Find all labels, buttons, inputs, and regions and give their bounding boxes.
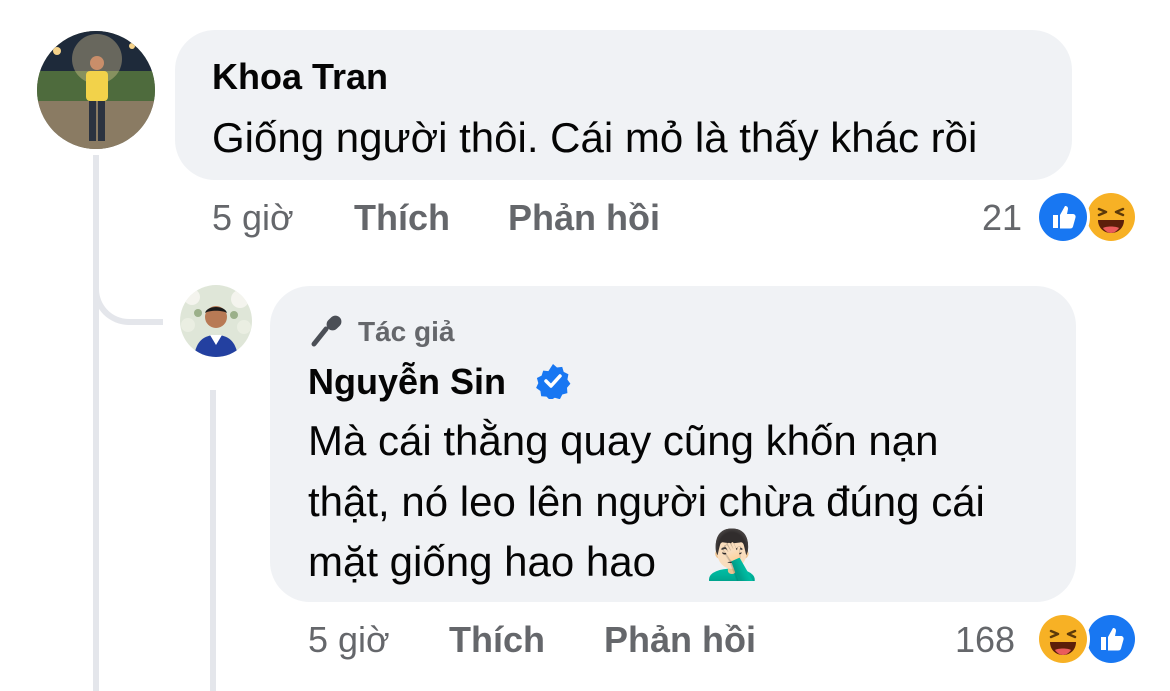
comment-author-name[interactable]: Khoa Tran bbox=[212, 59, 388, 95]
avatar-khoa-tran-photo bbox=[37, 31, 155, 149]
reaction-count[interactable]: 168 bbox=[955, 622, 1015, 658]
avatar[interactable] bbox=[180, 285, 252, 357]
haha-reaction-icon[interactable] bbox=[1036, 612, 1090, 666]
comment-author-name[interactable]: Nguyễn Sin bbox=[308, 364, 506, 400]
thread-line-reply bbox=[210, 390, 216, 691]
comment-text-line-1: Mà cái thằng quay cũng khốn nạn bbox=[308, 417, 939, 464]
like-button[interactable]: Thích bbox=[354, 200, 450, 236]
comment-text-line-3: mặt giống hao hao bbox=[308, 538, 656, 585]
verified-badge-icon bbox=[535, 363, 571, 401]
thread-line-branch bbox=[93, 255, 163, 325]
comment-timestamp[interactable]: 5 giờ bbox=[212, 200, 294, 236]
haha-reaction-icon[interactable] bbox=[1084, 190, 1138, 244]
avatar-nguyen-sin-photo bbox=[180, 285, 252, 357]
thread-line-main bbox=[93, 155, 99, 691]
like-reaction-icon[interactable] bbox=[1084, 612, 1138, 666]
reply-button[interactable]: Phản hồi bbox=[604, 622, 756, 658]
like-reaction-icon[interactable] bbox=[1036, 190, 1090, 244]
author-badge-label: Tác giả bbox=[358, 316, 455, 347]
facepalm-emoji: 🤦🏻‍♂️ bbox=[702, 527, 762, 583]
like-button[interactable]: Thích bbox=[449, 622, 545, 658]
avatar[interactable] bbox=[37, 31, 155, 149]
reply-button[interactable]: Phản hồi bbox=[508, 200, 660, 236]
comment-text-line-2: thật, nó leo lên người chừa đúng cái bbox=[308, 478, 985, 525]
reaction-count[interactable]: 21 bbox=[982, 200, 1022, 236]
comment-text: Giống người thôi. Cái mỏ là thấy khác rồ… bbox=[212, 114, 978, 161]
microphone-icon bbox=[308, 312, 346, 350]
comment-timestamp[interactable]: 5 giờ bbox=[308, 622, 390, 658]
